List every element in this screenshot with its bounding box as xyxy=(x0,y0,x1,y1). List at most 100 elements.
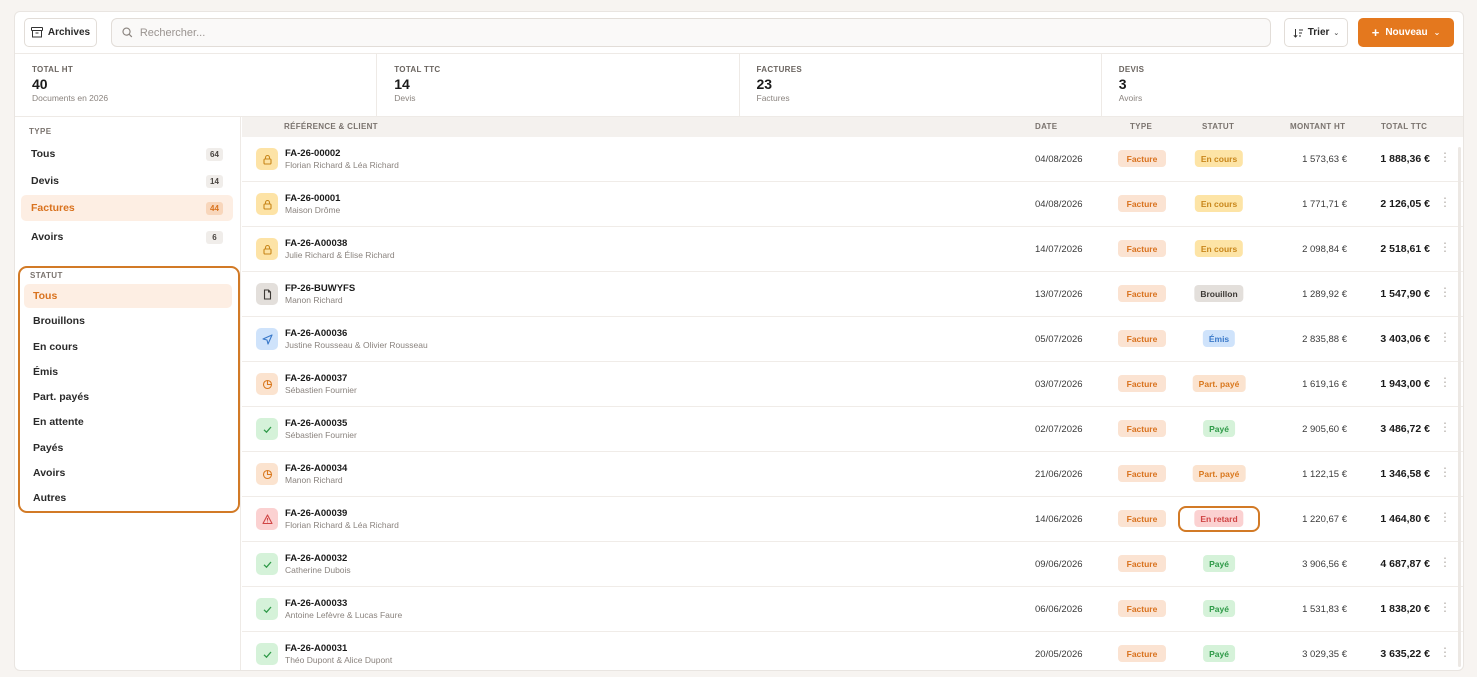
amount-ht: 2 905,60 € xyxy=(1302,424,1347,435)
stat-label: DEVIS xyxy=(1118,65,1145,74)
table-row[interactable]: FA-26-A00038 Julie Richard & Élise Richar… xyxy=(242,227,1463,272)
document-reference[interactable]: FA-26-A00031 xyxy=(285,643,347,654)
status-badge: En cours xyxy=(1194,150,1244,167)
stat-value: 40 xyxy=(32,76,48,92)
client-name: Sébastien Fournier xyxy=(285,430,357,440)
client-name: Manon Richard xyxy=(285,475,343,485)
stat-card: DEVIS 3 Avoirs xyxy=(1102,54,1463,116)
document-reference[interactable]: FA-26-00001 xyxy=(285,193,340,204)
status-badge: En cours xyxy=(1194,240,1244,257)
more-options-icon[interactable]: ⋮ xyxy=(1439,555,1451,569)
column-header-ht[interactable]: MONTANT HT xyxy=(1290,122,1345,131)
stat-label: TOTAL HT xyxy=(32,65,74,74)
type-filter-devis[interactable]: Devis 14 xyxy=(21,168,233,194)
type-badge: Facture xyxy=(1118,465,1166,482)
check-icon xyxy=(256,643,278,665)
type-badge: Facture xyxy=(1118,330,1166,347)
type-filter-avoirs[interactable]: Avoirs 6 xyxy=(21,224,233,250)
table-row[interactable]: FA-26-A00035 Sébastien Fournier 02/07/2026… xyxy=(242,407,1463,452)
search-input[interactable] xyxy=(139,26,1270,39)
stat-sub: Avoirs xyxy=(1118,93,1143,103)
document-reference[interactable]: FA-26-A00037 xyxy=(285,373,347,384)
more-options-icon[interactable]: ⋮ xyxy=(1439,645,1451,659)
status-badge: Part. payé xyxy=(1192,465,1246,482)
status-filter-part-payes[interactable]: Part. payés xyxy=(24,385,232,409)
document-reference[interactable]: FA-26-A00036 xyxy=(285,328,347,339)
check-icon xyxy=(256,553,278,575)
more-options-icon[interactable]: ⋮ xyxy=(1439,600,1451,614)
more-options-icon[interactable]: ⋮ xyxy=(1439,375,1451,389)
document-reference[interactable]: FA-26-A00038 xyxy=(285,238,347,249)
archive-icon xyxy=(30,27,43,38)
document-date: 14/06/2026 xyxy=(1035,514,1083,525)
document-reference[interactable]: FA-26-A00039 xyxy=(285,508,347,519)
archives-button[interactable]: Archives xyxy=(24,18,97,47)
table-row[interactable]: FA-26-A00032 Catherine Dubois 09/06/2026 Fa… xyxy=(242,542,1463,587)
table-header: RÉFÉRENCE & CLIENT DATE TYPE STATUT MONT… xyxy=(242,117,1463,137)
search-bar[interactable] xyxy=(111,18,1271,47)
new-button[interactable]: + Nouveau ⌄ xyxy=(1358,18,1454,47)
total-ttc: 1 943,00 € xyxy=(1380,378,1430,390)
type-filter-count: 14 xyxy=(206,174,223,188)
scrollbar[interactable] xyxy=(1458,147,1461,667)
more-options-icon[interactable]: ⋮ xyxy=(1439,240,1451,254)
table-row[interactable]: FA-26-A00031 Théo Dupont & Alice Dupont 20… xyxy=(242,632,1463,670)
more-options-icon[interactable]: ⋮ xyxy=(1439,150,1451,164)
type-filter-tous[interactable]: Tous 64 xyxy=(21,141,233,167)
status-badge: Brouillon xyxy=(1194,285,1244,302)
table-row[interactable]: FA-26-A00037 Sébastien Fournier 03/07/2026… xyxy=(242,362,1463,407)
document-reference[interactable]: FP-26-BUWYFS xyxy=(285,283,355,294)
column-header-type[interactable]: TYPE xyxy=(1130,122,1152,131)
table-row[interactable]: FA-26-00001 Maison Drôme 04/08/2026 Facture… xyxy=(242,182,1463,227)
type-badge: Facture xyxy=(1118,510,1166,527)
status-filter-emis[interactable]: Émis xyxy=(24,360,232,384)
table-row[interactable]: FP-26-BUWYFS Manon Richard 13/07/2026 Factu… xyxy=(242,272,1463,317)
status-filter-brouillons[interactable]: Brouillons xyxy=(24,309,232,333)
column-header-ttc[interactable]: TOTAL TTC xyxy=(1381,122,1427,131)
document-reference[interactable]: FA-26-A00032 xyxy=(285,553,347,564)
more-options-icon[interactable]: ⋮ xyxy=(1439,420,1451,434)
more-options-icon[interactable]: ⋮ xyxy=(1439,510,1451,524)
status-filter-en-cours[interactable]: En cours xyxy=(24,335,232,359)
status-filter-avoirs[interactable]: Avoirs xyxy=(24,461,232,485)
status-badge: En cours xyxy=(1194,195,1244,212)
status-filter-tous[interactable]: Tous xyxy=(24,284,232,308)
column-header-date[interactable]: DATE xyxy=(1035,122,1057,131)
document-date: 14/07/2026 xyxy=(1035,244,1083,255)
table-row[interactable]: FA-26-A00033 Antoine Lefèvre & Lucas Faur… xyxy=(242,587,1463,632)
more-options-icon[interactable]: ⋮ xyxy=(1439,465,1451,479)
table-row[interactable]: FA-26-A00034 Manon Richard 21/06/2026 Factu… xyxy=(242,452,1463,497)
column-header-ref[interactable]: RÉFÉRENCE & CLIENT xyxy=(284,122,378,131)
document-reference[interactable]: FA-26-A00033 xyxy=(285,598,347,609)
type-filter-factures[interactable]: Factures 44 xyxy=(21,195,233,221)
client-name: Catherine Dubois xyxy=(285,565,351,575)
document-reference[interactable]: FA-26-00002 xyxy=(285,148,340,159)
more-options-icon[interactable]: ⋮ xyxy=(1439,195,1451,209)
more-options-icon[interactable]: ⋮ xyxy=(1439,285,1451,299)
status-badge: Payé xyxy=(1203,420,1235,437)
status-filter-payes[interactable]: Payés xyxy=(24,436,232,460)
amount-ht: 2 098,84 € xyxy=(1302,244,1347,255)
document-reference[interactable]: FA-26-A00035 xyxy=(285,418,347,429)
total-ttc: 1 346,58 € xyxy=(1380,468,1430,480)
status-filter-autres[interactable]: Autres xyxy=(24,486,232,510)
column-header-status[interactable]: STATUT xyxy=(1202,122,1234,131)
plus-icon: + xyxy=(1371,24,1380,40)
lock-icon xyxy=(256,238,278,260)
table-row[interactable]: FA-26-A00036 Justine Rousseau & Olivier R… xyxy=(242,317,1463,362)
document-date: 09/06/2026 xyxy=(1035,559,1083,570)
table-row[interactable]: FA-26-00002 Florian Richard & Léa Richard… xyxy=(242,137,1463,182)
table-row[interactable]: FA-26-A00039 Florian Richard & Léa Richar… xyxy=(242,497,1463,542)
client-name: Maison Drôme xyxy=(285,205,341,215)
status-badge: Émis xyxy=(1202,330,1236,347)
type-badge: Facture xyxy=(1118,555,1166,572)
status-highlight xyxy=(1178,506,1260,532)
document-reference[interactable]: FA-26-A00034 xyxy=(285,463,347,474)
status-section-title: STATUT xyxy=(30,271,63,280)
sort-button[interactable]: Trier ⌄ xyxy=(1284,18,1348,47)
status-filter-en-attente[interactable]: En attente xyxy=(24,410,232,434)
total-ttc: 3 635,22 € xyxy=(1380,648,1430,660)
more-options-icon[interactable]: ⋮ xyxy=(1439,330,1451,344)
client-name: Sébastien Fournier xyxy=(285,385,357,395)
stat-card: TOTAL TTC 14 Devis xyxy=(377,54,740,116)
